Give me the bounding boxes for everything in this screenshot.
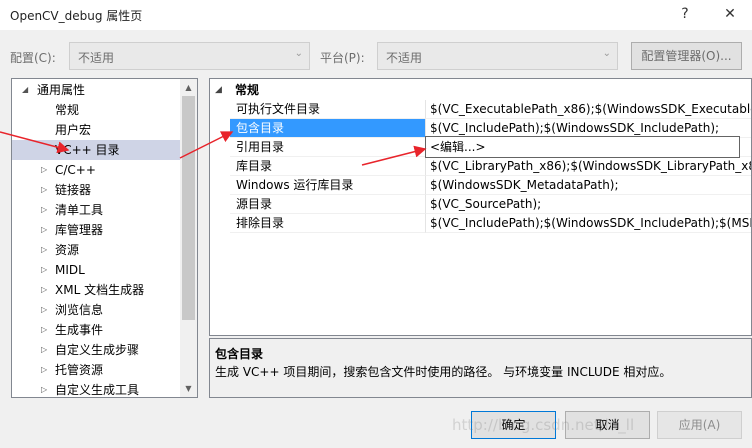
tree-item-label: 库管理器 — [55, 223, 104, 237]
config-combo[interactable]: 不适用 ⌄ — [69, 42, 310, 70]
grid-category-label: 常规 — [235, 83, 260, 97]
expander-icon[interactable]: ▷ — [41, 160, 47, 180]
grid-row-winrt-library-dirs[interactable]: Windows 运行库目录 $(WindowsSDK_MetadataPath)… — [210, 176, 751, 195]
tree-item-label: 链接器 — [55, 183, 92, 197]
expander-icon[interactable]: ▷ — [41, 220, 47, 240]
property-value[interactable]: $(WindowsSDK_MetadataPath); — [426, 176, 751, 195]
tree-item-librarian[interactable]: ▷ 库管理器 — [12, 220, 180, 240]
expander-icon[interactable]: ▷ — [41, 300, 47, 320]
description-text: 生成 VC++ 项目期间，搜索包含文件时使用的路径。 与环境变量 INCLUDE… — [215, 365, 672, 379]
expander-icon[interactable]: ▷ — [41, 360, 47, 380]
tree-item-label: 托管资源 — [55, 363, 104, 377]
tree-item-label: C/C++ — [55, 163, 96, 177]
property-tree: ◢ 通用属性 常规 用户宏 VC++ 目录 ▷ C/C++ ▷ 链接器 ▷ 清单… — [11, 78, 198, 398]
expander-icon[interactable]: ◢ — [22, 80, 28, 100]
tree-item-label: 资源 — [55, 243, 80, 257]
platform-label: 平台(P): — [320, 51, 365, 65]
property-name: 排除目录 — [230, 214, 426, 233]
dropdown-option-edit[interactable]: <编辑...> — [430, 140, 486, 154]
chevron-down-icon: ⌄ — [294, 48, 303, 59]
tree-item-xml-doc-generator[interactable]: ▷ XML 文档生成器 — [12, 280, 180, 300]
chevron-down-icon: ⌄ — [602, 48, 611, 59]
tree-item-label: MIDL — [55, 263, 85, 277]
tree-item-label: 浏览信息 — [55, 303, 104, 317]
tree-item-browse-info[interactable]: ▷ 浏览信息 — [12, 300, 180, 320]
tree-item-linker[interactable]: ▷ 链接器 — [12, 180, 180, 200]
expander-icon[interactable]: ▷ — [41, 180, 47, 200]
property-name: 源目录 — [230, 195, 426, 214]
grid-row-executable-dirs[interactable]: 可执行文件目录 $(VC_ExecutablePath_x86);$(Windo… — [210, 100, 751, 119]
expander-icon[interactable]: ▷ — [41, 260, 47, 280]
tree-item-custom-build-tool[interactable]: ▷ 自定义生成工具 — [12, 380, 180, 397]
tree-item-label: 自定义生成步骤 — [55, 343, 140, 357]
scrollbar-thumb[interactable] — [182, 96, 195, 320]
property-value[interactable]: $(VC_LibraryPath_x86);$(WindowsSDK_Libra… — [426, 157, 751, 176]
property-name: Windows 运行库目录 — [230, 176, 426, 195]
property-name: 包含目录 — [230, 119, 426, 138]
tree-item-managed-resources[interactable]: ▷ 托管资源 — [12, 360, 180, 380]
tree-item-label: 常规 — [55, 103, 80, 117]
config-label: 配置(C): — [10, 51, 56, 65]
tree-item-label: VC++ 目录 — [55, 143, 120, 157]
expander-icon[interactable]: ▷ — [41, 200, 47, 220]
window-title: OpenCV_debug 属性页 — [10, 9, 143, 23]
scroll-down-icon[interactable]: ▼ — [180, 380, 197, 397]
tree-item-user-macros[interactable]: 用户宏 — [12, 120, 180, 140]
tree-item-midl[interactable]: ▷ MIDL — [12, 260, 180, 280]
tree-scrollbar[interactable]: ▲ ▼ — [180, 79, 197, 397]
tree-item-build-events[interactable]: ▷ 生成事件 — [12, 320, 180, 340]
platform-combo[interactable]: 不适用 ⌄ — [377, 42, 618, 70]
grid-row-source-dirs[interactable]: 源目录 $(VC_SourcePath); — [210, 195, 751, 214]
property-name: 引用目录 — [230, 138, 426, 157]
configuration-manager-button[interactable]: 配置管理器(O)... — [631, 42, 742, 70]
config-combo-value: 不适用 — [78, 51, 115, 65]
grid-row-exclude-dirs[interactable]: 排除目录 $(VC_IncludePath);$(WindowsSDK_Incl… — [210, 214, 751, 233]
tree-item-vc-directories[interactable]: VC++ 目录 — [12, 140, 180, 160]
tree-item-manifest-tool[interactable]: ▷ 清单工具 — [12, 200, 180, 220]
expander-icon[interactable]: ▷ — [41, 240, 47, 260]
tree-item-label: 用户宏 — [55, 123, 92, 137]
grid-row-library-dirs[interactable]: 库目录 $(VC_LibraryPath_x86);$(WindowsSDK_L… — [210, 157, 751, 176]
close-button[interactable]: ✕ — [718, 4, 742, 24]
property-value[interactable]: $(VC_ExecutablePath_x86);$(WindowsSDK_Ex… — [426, 100, 751, 119]
platform-combo-value: 不适用 — [386, 51, 423, 65]
expander-icon[interactable]: ▷ — [41, 380, 47, 397]
scroll-up-icon[interactable]: ▲ — [180, 79, 197, 96]
property-value[interactable]: $(VC_SourcePath); — [426, 195, 751, 214]
tree-item-label: 生成事件 — [55, 323, 104, 337]
property-name: 库目录 — [230, 157, 426, 176]
grid-category-general[interactable]: ◢ 常规 — [210, 81, 751, 100]
tree-item-custom-build-step[interactable]: ▷ 自定义生成步骤 — [12, 340, 180, 360]
expander-icon[interactable]: ◢ — [215, 81, 222, 100]
property-value-text: $(VC_IncludePath);$(WindowsSDK_IncludePa… — [430, 121, 720, 135]
watermark: http://blog.csdn.net/lu_ll — [452, 416, 635, 434]
tree-item-resources[interactable]: ▷ 资源 — [12, 240, 180, 260]
tree-item-common-properties[interactable]: ◢ 通用属性 — [12, 80, 180, 100]
expander-icon[interactable]: ▷ — [41, 340, 47, 360]
tree-item-label: 自定义生成工具 — [55, 383, 140, 397]
property-grid: ◢ 常规 可执行文件目录 $(VC_ExecutablePath_x86);$(… — [209, 78, 752, 336]
expander-icon[interactable]: ▷ — [41, 320, 47, 340]
tree-item-general[interactable]: 常规 — [12, 100, 180, 120]
tree-item-label: 清单工具 — [55, 203, 104, 217]
description-title: 包含目录 — [215, 347, 264, 361]
description-panel: 包含目录 生成 VC++ 项目期间，搜索包含文件时使用的路径。 与环境变量 IN… — [209, 338, 752, 398]
property-value[interactable]: $(VC_IncludePath);$(WindowsSDK_IncludePa… — [426, 214, 751, 233]
tree-item-c-cpp[interactable]: ▷ C/C++ — [12, 160, 180, 180]
help-button[interactable]: ? — [673, 4, 697, 24]
tree-item-label: 通用属性 — [37, 83, 86, 97]
title-bar: OpenCV_debug 属性页 ? ✕ — [0, 0, 752, 30]
expander-icon[interactable]: ▷ — [41, 280, 47, 300]
include-dirs-dropdown: <编辑...> — [425, 136, 740, 158]
property-name: 可执行文件目录 — [230, 100, 426, 119]
apply-button[interactable]: 应用(A) — [657, 411, 742, 439]
tree-item-label: XML 文档生成器 — [55, 283, 145, 297]
